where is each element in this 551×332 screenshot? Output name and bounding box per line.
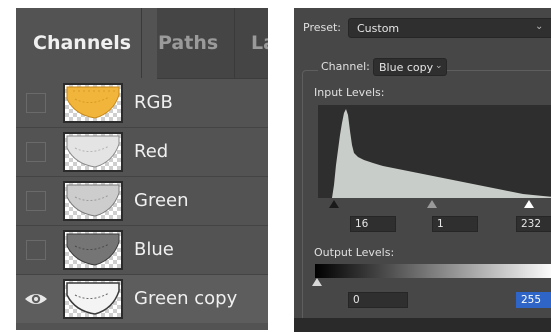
shadow-slider[interactable]	[329, 200, 339, 208]
input-levels-label: Input Levels:	[314, 86, 385, 99]
dialog-bottom-edge	[294, 318, 551, 332]
input-shadow-field[interactable]: 16	[350, 216, 396, 232]
channel-row-rgb[interactable]: RGB	[16, 79, 268, 128]
channel-row-green-copy[interactable]: Green copy	[16, 275, 268, 323]
channel-value: Blue copy	[379, 61, 434, 74]
visibility-toggle[interactable]	[26, 142, 46, 162]
visibility-toggle[interactable]	[26, 191, 46, 211]
channel-label: Green copy	[134, 288, 238, 309]
output-high-field[interactable]: 255	[516, 292, 551, 308]
channel-thumbnail	[63, 279, 123, 319]
input-midtone-field[interactable]: 1	[432, 216, 478, 232]
channel-thumbnail	[63, 132, 123, 172]
output-low-field[interactable]: 0	[348, 292, 408, 308]
preset-value: Custom	[357, 22, 400, 35]
chevron-down-icon: ⌄	[535, 21, 544, 32]
eye-icon[interactable]	[24, 289, 48, 309]
channel-label: Blue	[134, 239, 174, 260]
preset-label: Preset:	[303, 21, 342, 34]
visibility-toggle[interactable]	[26, 240, 46, 260]
channel-label: Red	[134, 141, 169, 162]
tab-channels[interactable]: Channels	[16, 8, 157, 79]
chevron-down-icon: ⌄	[435, 61, 443, 71]
panel-tab-bar: Channels Paths La	[16, 8, 268, 79]
input-highlight-field[interactable]: 232	[516, 216, 551, 232]
histogram	[318, 105, 551, 198]
tab-layers[interactable]: La	[234, 8, 268, 78]
channel-label: RGB	[134, 92, 173, 113]
visibility-toggle[interactable]	[26, 93, 46, 113]
channel-row-red[interactable]: Red	[16, 128, 268, 177]
midtone-slider[interactable]	[427, 200, 437, 208]
levels-dialog: Preset: Custom ⌄ Channel: Blue copy ⌄ In…	[294, 8, 551, 332]
channel-row-green[interactable]: Green	[16, 177, 268, 226]
channel-label: Channel:	[318, 60, 373, 73]
channel-row-blue[interactable]: Blue	[16, 226, 268, 275]
preset-dropdown[interactable]: Custom ⌄	[348, 18, 551, 38]
channel-label: Green	[134, 190, 189, 211]
channel-dropdown[interactable]: Blue copy ⌄	[373, 58, 447, 76]
channel-thumbnail	[63, 181, 123, 221]
highlight-slider[interactable]	[524, 200, 534, 208]
output-low-slider[interactable]	[312, 278, 322, 286]
channel-thumbnail	[63, 83, 123, 123]
channel-thumbnail	[63, 230, 123, 270]
output-gradient-bar	[315, 264, 551, 278]
channels-panel: Channels Paths La RGB Red	[16, 8, 268, 330]
output-levels-label: Output Levels:	[314, 246, 395, 259]
